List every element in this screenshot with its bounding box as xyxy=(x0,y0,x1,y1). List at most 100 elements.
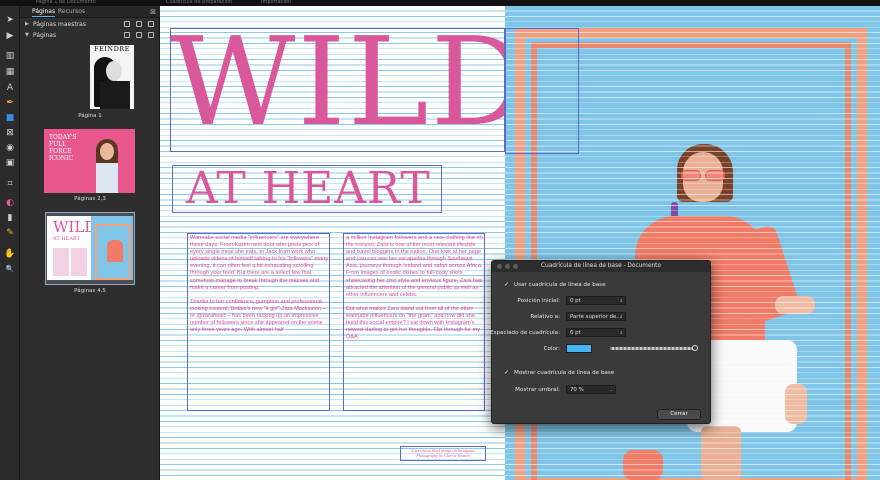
disclosure-triangle-icon[interactable]: ▶ xyxy=(25,19,29,30)
model-leg xyxy=(701,426,741,480)
dialog-titlebar[interactable]: Cuadrícula de línea de base - Documento xyxy=(492,261,710,272)
page-thumbnail-4-5[interactable]: WILD AT HEART xyxy=(47,216,133,280)
image-tool-icon[interactable]: ▣ xyxy=(4,157,16,169)
use-baseline-grid-row[interactable]: ✓ Usar cuadrícula de línea de base xyxy=(504,282,606,289)
thumb-4-subtitle: AT HEART xyxy=(53,236,80,242)
master-pages-label: Páginas maestras xyxy=(33,21,86,28)
grid-color-swatch[interactable] xyxy=(566,344,592,353)
duplicate-master-icon[interactable] xyxy=(136,21,142,27)
text-column-1[interactable]: Wannabe social media "influencers" are e… xyxy=(190,235,329,409)
delete-master-icon[interactable] xyxy=(148,21,154,27)
sunglasses-lens-left xyxy=(681,170,701,181)
pencil-tool-icon[interactable]: ✎ xyxy=(4,227,16,239)
color-picker-icon[interactable]: ◐ xyxy=(4,197,16,209)
pages-label: Páginas xyxy=(33,32,57,39)
page-thumbnail-1-label: Página 1 xyxy=(78,113,102,119)
show-baseline-grid-row[interactable]: ✓ Mostrar cuadrícula de línea de base xyxy=(504,370,615,377)
display-threshold-value: 70 % xyxy=(570,387,584,393)
title-frame-guide-right xyxy=(505,28,579,154)
show-baseline-grid-label: Mostrar cuadrícula de línea de base xyxy=(514,370,615,376)
page-thumbnail-1[interactable]: FEINDRE xyxy=(90,45,134,109)
fill-tool-icon[interactable]: ▮ xyxy=(4,212,16,224)
duplicate-page-icon[interactable] xyxy=(136,32,142,38)
pages-section[interactable]: ▼ Páginas xyxy=(20,30,160,41)
frame-text-tool-icon[interactable]: ▥ xyxy=(4,50,16,62)
start-position-label: Posición inicial: xyxy=(517,298,560,304)
baseline-grid-dialog: Cuadrícula de línea de base - Documento … xyxy=(490,260,711,424)
tab-resources[interactable]: Recursos xyxy=(58,8,85,16)
opacity-slider-handle[interactable] xyxy=(692,345,698,351)
thumb-portrait-body xyxy=(100,81,130,109)
tools-toolbar: ➤ ▶ ▥ ▦ A ✒ ■ ⊠ ◉ ▣ ⌗ ◐ ▮ ✎ ✋ 🔍 xyxy=(0,6,20,480)
thumb-portrait-face xyxy=(106,61,122,81)
grid-spacing-input[interactable]: 6 pt ⇕ xyxy=(566,328,626,337)
close-button[interactable]: Cerrar xyxy=(657,409,701,420)
picture-frame-tool-icon[interactable]: ⊠ xyxy=(4,127,16,139)
thumb-2-headline: TODAY'S FULL FORCE ICONIC xyxy=(49,134,77,162)
artistic-text-tool-icon[interactable]: A xyxy=(4,82,16,94)
grid-spacing-value: 6 pt xyxy=(570,330,581,336)
ellipse-tool-icon[interactable]: ◉ xyxy=(4,142,16,154)
hand-tool-icon[interactable]: ✋ xyxy=(4,248,16,260)
thumb-portrait-body xyxy=(96,163,118,193)
chevron-down-icon[interactable]: ⌄ xyxy=(610,386,613,394)
grid-spacing-stepper-icon[interactable]: ⇕ xyxy=(620,329,623,337)
page-thumbnail-4-5-label: Páginas 4,5 xyxy=(74,288,106,294)
column-2-paragraph-1: a million Instagram followers and a new … xyxy=(346,235,483,298)
use-baseline-grid-checkbox[interactable]: ✓ xyxy=(504,282,510,288)
spread-subtitle[interactable]: AT HEART xyxy=(186,163,431,215)
delete-page-icon[interactable] xyxy=(148,32,154,38)
pages-panel: Páginas Recursos ⊠ ▶ Páginas maestras ▼ … xyxy=(20,6,160,480)
page-thumbnail-2-3-label: Páginas 2,3 xyxy=(74,196,106,202)
move-tool-icon[interactable]: ➤ xyxy=(4,14,16,26)
grid-spacing-row: Espaciado de cuadrícula: 6 pt ⇕ xyxy=(490,328,710,338)
sunglasses-lens-right xyxy=(705,170,725,181)
thumb-masthead: FEINDRE xyxy=(94,45,130,53)
add-page-icon[interactable] xyxy=(124,32,130,38)
tab-pages[interactable]: Páginas xyxy=(32,8,56,17)
display-threshold-select[interactable]: 70 % ⌄ xyxy=(566,385,616,394)
show-baseline-grid-checkbox[interactable]: ✓ xyxy=(504,370,510,376)
relative-to-value: Parte superior de... xyxy=(570,314,622,320)
relative-to-select[interactable]: Parte superior de... ⇕ xyxy=(566,312,626,321)
model-hand xyxy=(775,296,815,314)
start-position-input[interactable]: 0 pt ⇕ xyxy=(566,296,626,305)
pen-tool-icon[interactable]: ✒ xyxy=(4,97,16,109)
relative-to-label: Relativo a: xyxy=(530,314,560,320)
page-thumbnail-2-3[interactable]: TODAY'S FULL FORCE ICONIC xyxy=(44,129,135,193)
thumb-model xyxy=(107,240,123,262)
add-master-icon[interactable] xyxy=(124,21,130,27)
thumb-portrait-face xyxy=(100,143,114,160)
model-hand-right xyxy=(785,384,807,424)
start-position-row: Posición inicial: 0 pt ⇕ xyxy=(492,296,710,306)
table-tool-icon[interactable]: ▦ xyxy=(4,66,16,78)
crop-tool-icon[interactable]: ⌗ xyxy=(4,178,16,190)
relative-to-row: Relativo a: Parte superior de... ⇕ xyxy=(492,312,710,322)
rectangle-tool-icon[interactable]: ■ xyxy=(4,112,16,124)
disclosure-triangle-icon[interactable]: ▼ xyxy=(25,30,29,41)
text-column-2[interactable]: a million Instagram followers and a new … xyxy=(346,235,484,409)
display-threshold-label: Mostrar umbral: xyxy=(515,387,560,393)
opacity-slider[interactable] xyxy=(610,347,694,350)
dialog-title: Cuadrícula de línea de base - Documento xyxy=(540,263,662,269)
column-1-paragraph-1: Wannabe social media "influencers" are e… xyxy=(190,235,329,291)
zoom-tool-icon[interactable]: 🔍 xyxy=(4,263,16,275)
model-shoe xyxy=(623,450,663,480)
model-sunglasses xyxy=(679,170,729,182)
relative-to-stepper-icon[interactable]: ⇕ xyxy=(620,313,623,321)
column-2-paragraph-2: But what makes Zara stand out from all o… xyxy=(346,305,481,341)
master-pages-section[interactable]: ▶ Páginas maestras xyxy=(20,19,160,30)
display-threshold-row: Mostrar umbral: 70 % ⌄ xyxy=(492,385,710,395)
app-window: Página 1 de Documento Cuadrícula de prep… xyxy=(0,0,880,480)
thumb-text-column xyxy=(53,248,69,276)
thumb-text-column xyxy=(71,248,87,276)
use-baseline-grid-label: Usar cuadrícula de línea de base xyxy=(514,282,606,288)
left-page[interactable]: WILD AT HEART Wannabe social media "infl… xyxy=(160,6,528,480)
play-icon[interactable]: ▶ xyxy=(4,30,16,42)
color-label: Color: xyxy=(543,346,560,352)
caption-line-2: Photography by Clarrie Watson xyxy=(416,453,470,458)
start-position-stepper-icon[interactable]: ⇕ xyxy=(620,297,623,305)
photo-caption[interactable]: Zara's most liked image on Instagram Pho… xyxy=(402,448,484,458)
panel-close-icon[interactable]: ⊠ xyxy=(150,8,156,16)
panel-tabs: Páginas Recursos ⊠ xyxy=(20,6,160,18)
